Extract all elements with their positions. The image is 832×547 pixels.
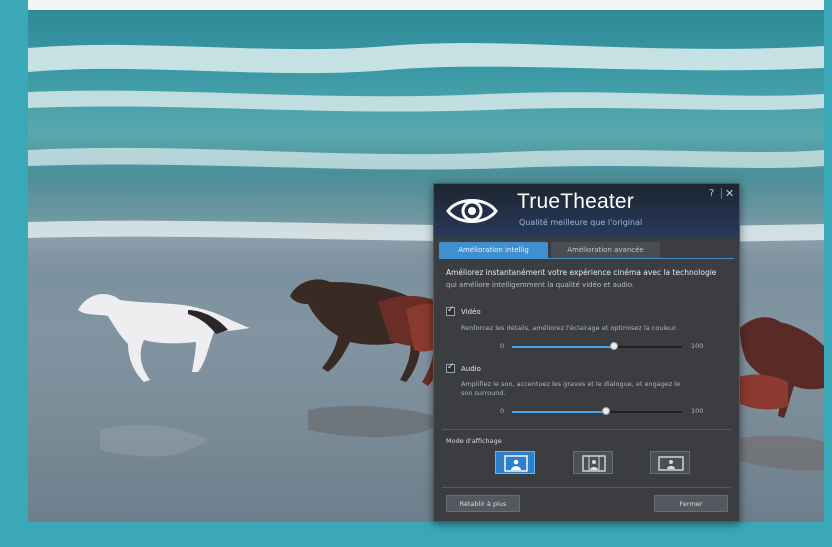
tab-underline [439,258,734,259]
display-mode-widescreen-button[interactable] [650,451,690,474]
tab-smart-enhancement[interactable]: Amélioration intellig [439,242,548,258]
dialog-header: TrueTheater Qualité meilleure que l'orig… [434,184,739,238]
frame-border-left [0,0,28,547]
footer-divider [442,487,731,488]
audio-slider-min: 0 [500,407,505,415]
video-slider-handle[interactable] [610,342,618,350]
description-line-1: Améliorez instantanément votre expérienc… [446,268,717,277]
header-divider [721,188,722,199]
audio-label: Audio [461,365,481,373]
close-icon[interactable]: ✕ [725,187,734,200]
truetheater-dialog: TrueTheater Qualité meilleure que l'orig… [433,183,740,522]
tab-advanced-enhancement[interactable]: Amélioration avancée [551,242,660,258]
display-mode-standard-button[interactable] [495,451,535,474]
frame-border-right [824,0,832,547]
audio-checkbox[interactable]: ✓ [446,362,455,373]
video-label: Vidéo [461,308,481,316]
display-mode-widescreen-icon [658,456,684,471]
display-mode-standard-icon [504,455,528,472]
video-checkbox[interactable]: ✓ [446,305,455,316]
description-line-2: qui améliore intelligemment la qualité v… [446,281,635,289]
checkmark-icon: ✓ [447,305,455,315]
audio-slider-fill [512,411,606,413]
display-mode-label: Mode d'affichage [446,437,502,445]
close-button[interactable]: Fermer [654,495,728,512]
display-mode-portrait-button[interactable] [573,451,613,474]
audio-description-line-1: Amplifiez le son, accentuez les graves e… [461,380,681,388]
audio-description-line-2: son surround. [461,389,506,397]
dialog-subtitle: Qualité meilleure que l'original [519,218,643,227]
video-slider-fill [512,346,614,348]
video-slider-max: 100 [691,342,704,350]
help-icon[interactable]: ? [709,188,714,199]
section-divider [442,429,731,430]
video-slider-min: 0 [500,342,505,350]
reset-button[interactable]: Rétablir à plus [446,495,520,512]
top-strip [28,0,824,10]
audio-slider-max: 100 [691,407,704,415]
truetheater-eye-logo-icon [446,199,498,223]
video-description: Renforcez les détails, améliorez l'éclai… [461,324,678,332]
frame-border-bottom [0,522,832,547]
audio-slider-handle[interactable] [601,407,610,415]
display-mode-portrait-icon [582,455,606,472]
dialog-title: TrueTheater [517,190,634,213]
checkmark-icon: ✓ [447,362,455,372]
